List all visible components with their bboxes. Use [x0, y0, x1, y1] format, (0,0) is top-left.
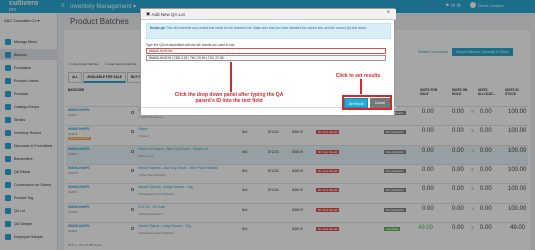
annotation-arrow: [230, 62, 232, 92]
annotation-arrow: [360, 79, 362, 94]
warning-text: This will overwrite any current test res…: [166, 26, 367, 30]
set-result-highlight: [342, 95, 392, 110]
dropdown-annotation: Click the drop down panel after typing t…: [174, 92, 284, 104]
close-icon[interactable]: ×: [386, 10, 390, 16]
warning-heading: Heads up!: [150, 26, 166, 30]
dialog-title: ▣ Add New QA Lot: [141, 9, 396, 20]
set-annotation: Click to set results: [335, 73, 381, 79]
warning-alert: Heads up! This will overwrite any curren…: [146, 23, 391, 39]
qa-lot-dropdown-option[interactable]: WAMS-HU5OH | CBD 0.02 | THC 29.59 | THC …: [146, 55, 386, 61]
qa-lot-input[interactable]: WAMS-HU5OHx: [146, 48, 386, 54]
qa-lot-label: Type the QA lot associated with the lab …: [146, 43, 236, 47]
